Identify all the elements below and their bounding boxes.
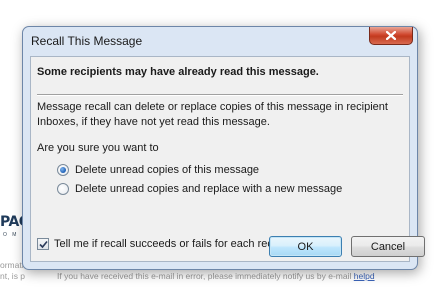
background-text-line-2-tail: If you have received this e-mail in erro… [57, 271, 352, 281]
radio-button-selected[interactable] [57, 164, 69, 176]
radio-button[interactable] [57, 183, 69, 195]
dialog-content: Some recipients may have already read th… [30, 56, 410, 262]
background-text-line-1: ormati [0, 260, 24, 270]
notify-checkbox-label: Tell me if recall succeeds or fails for … [54, 238, 300, 250]
recall-message-dialog: Recall This Message Some recipients may … [22, 26, 425, 270]
ok-button[interactable]: OK [269, 236, 342, 257]
background-text-line-2: nt, is p If you have received this e-mail… [0, 271, 375, 281]
option-delete-unread-label: Delete unread copies of this message [75, 164, 260, 176]
checkmark-icon [38, 240, 48, 248]
recall-question: Are you sure you want to [37, 142, 159, 154]
option-delete-and-replace[interactable]: Delete unread copies and replace with a … [57, 183, 342, 195]
option-delete-and-replace-label: Delete unread copies and replace with a … [75, 183, 343, 195]
dialog-title: Recall This Message [31, 34, 143, 48]
notify-checkbox-row[interactable]: Tell me if recall succeeds or fails for … [37, 238, 299, 250]
dialog-titlebar[interactable]: Recall This Message [23, 27, 417, 55]
divider [37, 94, 403, 96]
background-helpdesk-link[interactable]: helpd [354, 271, 375, 281]
close-button[interactable] [369, 27, 413, 45]
warning-heading: Some recipients may have already read th… [37, 66, 319, 78]
background-text-line-2-prefix: nt, is p [0, 271, 26, 281]
close-icon [386, 31, 396, 40]
background-logo-subtext: O M [3, 232, 19, 238]
option-delete-unread[interactable]: Delete unread copies of this message [57, 164, 259, 176]
recall-description: Message recall can delete or replace cop… [37, 101, 388, 128]
notify-checkbox[interactable] [37, 238, 49, 250]
cancel-button[interactable]: Cancel [351, 236, 425, 257]
